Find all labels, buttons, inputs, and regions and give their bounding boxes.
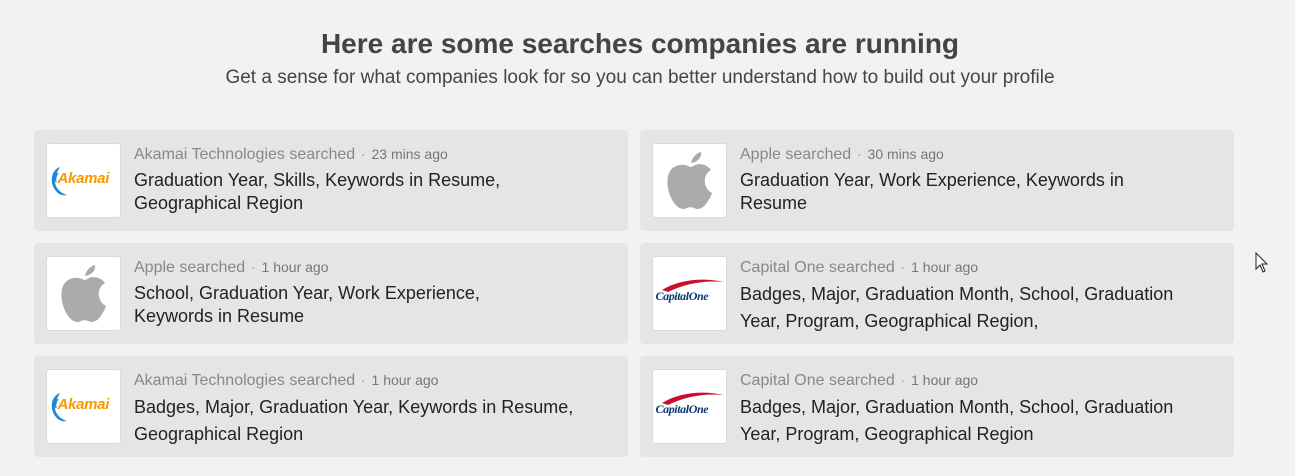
- separator-dot: ·: [251, 260, 256, 275]
- company-logo: Akamai: [46, 143, 121, 218]
- company-searched-label: Akamai Technologies searched: [134, 146, 356, 163]
- capital-one-wordmark: CapitalOne: [655, 401, 709, 416]
- search-meta: Akamai Technologies searched · 1 hour ago: [134, 370, 438, 391]
- separator-dot: ·: [857, 147, 862, 162]
- search-criteria: Badges, Major, Graduation Year, Keywords…: [134, 397, 574, 444]
- apple-logo-icon: [60, 264, 106, 322]
- search-card[interactable]: Apple searched · 1 hour ago School, Gradua…: [34, 243, 628, 344]
- company-logo: [46, 256, 121, 331]
- akamai-wordmark: Akamai: [57, 395, 110, 413]
- akamai-logo-icon: Akamai: [48, 387, 120, 427]
- company-logo: Akamai: [46, 369, 121, 444]
- search-criteria: Graduation Year, Skills, Keywords in Res…: [134, 170, 501, 213]
- search-card[interactable]: CapitalOne Capital One searched · 1 hour a…: [640, 356, 1234, 457]
- search-meta: Apple searched · 1 hour ago: [134, 257, 328, 278]
- company-logo: CapitalOne: [652, 256, 727, 331]
- separator-dot: ·: [361, 373, 366, 388]
- capital-one-wordmark: CapitalOne: [655, 288, 709, 303]
- search-card[interactable]: CapitalOne Capital One searched · 1 hour a…: [640, 243, 1234, 344]
- search-meta: Apple searched · 30 mins ago: [740, 144, 944, 165]
- search-criteria: School, Graduation Year, Work Experience…: [134, 283, 480, 326]
- company-searched-label: Capital One searched: [740, 372, 895, 389]
- search-time: 1 hour ago: [371, 372, 439, 388]
- search-meta: Akamai Technologies searched · 23 mins ago: [134, 144, 448, 165]
- akamai-wordmark: Akamai: [57, 169, 110, 187]
- search-card[interactable]: Akamai Akamai Technologies searched · 23 m…: [34, 130, 628, 231]
- page-subtitle: Get a sense for what companies look for …: [225, 67, 1055, 88]
- search-criteria: Badges, Major, Graduation Month, School,…: [740, 284, 1174, 331]
- capital-one-logo-icon: CapitalOne: [654, 274, 726, 314]
- company-searched-label: Apple searched: [134, 259, 246, 276]
- search-meta: Capital One searched · 1 hour ago: [740, 257, 978, 278]
- company-searched-label: Apple searched: [740, 146, 852, 163]
- search-time: 1 hour ago: [911, 372, 979, 388]
- company-logo: [652, 143, 727, 218]
- page-title: Here are some searches companies are run…: [320, 28, 960, 59]
- search-criteria: Badges, Major, Graduation Month, School,…: [740, 397, 1174, 444]
- capital-one-logo-icon: CapitalOne: [654, 387, 726, 427]
- search-time: 1 hour ago: [911, 259, 979, 275]
- company-logo: CapitalOne: [652, 369, 727, 444]
- page-header: Here are some searches companies are run…: [0, 26, 1280, 90]
- separator-dot: ·: [900, 260, 906, 275]
- company-searched-label: Capital One searched: [740, 259, 895, 276]
- search-card[interactable]: Apple searched · 30 mins ago Graduation Ye…: [640, 130, 1234, 231]
- company-searched-label: Akamai Technologies searched: [134, 372, 356, 389]
- separator-dot: ·: [361, 147, 366, 162]
- search-time: 23 mins ago: [371, 146, 448, 162]
- apple-logo-icon: [666, 151, 712, 209]
- akamai-logo-icon: Akamai: [48, 161, 120, 201]
- search-meta: Capital One searched · 1 hour ago: [740, 370, 978, 391]
- mouse-pointer-icon: [1255, 252, 1269, 273]
- search-time: 1 hour ago: [261, 259, 329, 275]
- search-time: 30 mins ago: [867, 146, 944, 162]
- search-criteria: Graduation Year, Work Experience, Keywor…: [740, 170, 1124, 213]
- separator-dot: ·: [900, 373, 906, 388]
- search-card-grid: Akamai Akamai Technologies searched · 23 m…: [34, 130, 1234, 457]
- search-card[interactable]: Akamai Akamai Technologies searched · 1 ho…: [34, 356, 628, 457]
